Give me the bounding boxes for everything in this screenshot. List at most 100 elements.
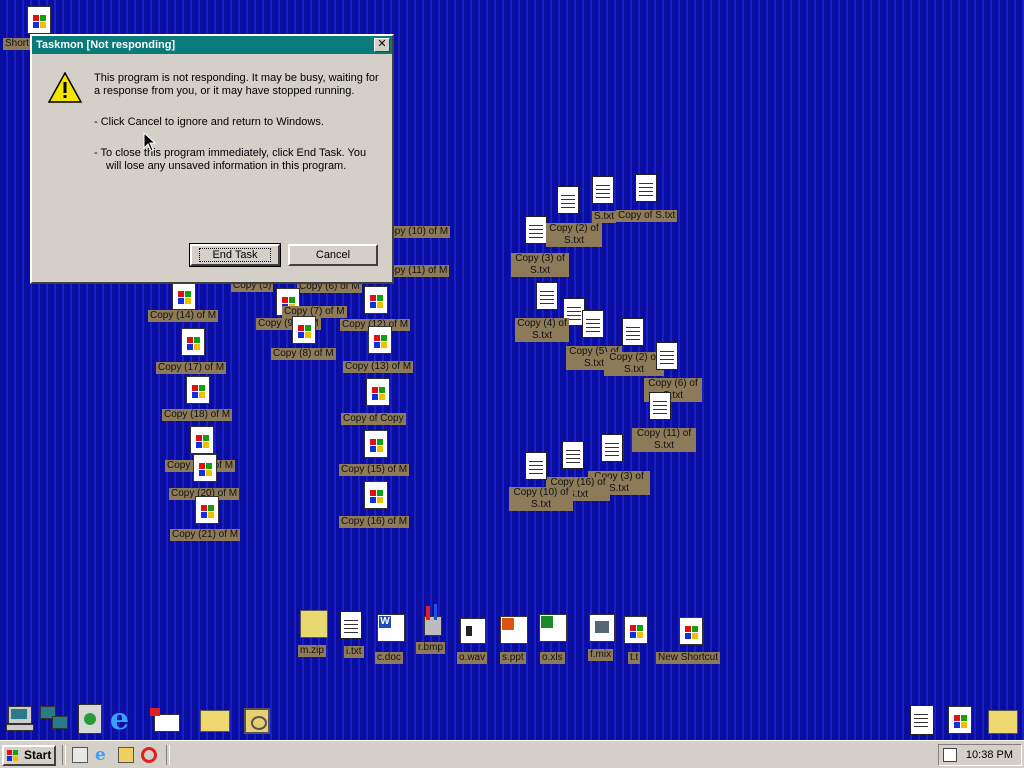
dialog-titlebar[interactable]: Taskmon [Not responding] ✕ — [32, 36, 392, 54]
txt-file-icon[interactable] — [910, 705, 934, 735]
start-label: Start — [24, 748, 52, 762]
taskbar-separator — [62, 745, 66, 765]
m-copy-icon[interactable] — [193, 454, 217, 482]
desktop-icon-label[interactable]: Copy (2) of S.txt — [604, 352, 664, 376]
file-label[interactable]: i.txt — [344, 646, 364, 658]
recycle-bin-icon[interactable] — [78, 704, 102, 734]
message-not-responding: This program is not responding. It may b… — [94, 72, 379, 97]
word-w-glyph: W — [379, 616, 391, 628]
m-copy-icon[interactable] — [292, 316, 316, 344]
word-icon[interactable]: W — [377, 614, 405, 642]
briefcase-icon[interactable] — [244, 708, 270, 734]
end-task-label: End Task — [199, 248, 271, 262]
desktop-icon-label[interactable]: Copy of S.txt — [616, 210, 678, 222]
desktop-icon-label[interactable]: Copy (16) of M — [339, 516, 410, 528]
txt-file-icon[interactable] — [622, 318, 644, 346]
txt-file-icon[interactable] — [656, 342, 678, 370]
taskbar-separator — [166, 745, 170, 765]
m-copy-icon[interactable] — [364, 286, 388, 314]
folder-icon[interactable] — [988, 710, 1018, 734]
network-neighborhood-icon[interactable] — [38, 704, 68, 732]
txt-file-icon[interactable] — [649, 392, 671, 420]
desktop-icon-label[interactable]: Copy (13) of M — [343, 361, 414, 373]
file-label[interactable]: m.zip — [298, 645, 326, 657]
message-cancel-hint: - Click Cancel to ignore and return to W… — [94, 116, 324, 128]
txt-file-icon[interactable] — [582, 310, 604, 338]
close-button[interactable]: ✕ — [374, 38, 390, 52]
file-label[interactable]: c.doc — [375, 652, 403, 664]
windows-logo-icon — [7, 750, 19, 762]
shortcut-label[interactable]: Short — [3, 38, 31, 50]
desktop-icon-label[interactable]: Copy (21) of M — [170, 529, 241, 541]
txt-file-icon[interactable] — [536, 282, 558, 310]
m-copy-icon[interactable] — [190, 426, 214, 454]
m-copy-icon[interactable] — [364, 481, 388, 509]
outlook-quicklaunch-icon[interactable] — [118, 747, 134, 763]
outlook-express-icon[interactable] — [150, 708, 180, 732]
desktop-icon-label[interactable]: Copy (8) of M — [271, 348, 336, 360]
desktop-icon-label[interactable]: Copy (4) of S.txt — [515, 318, 569, 342]
file-label[interactable]: s.ppt — [500, 652, 526, 664]
dialog-title: Taskmon [Not responding] — [36, 39, 176, 51]
desktop-icon-label[interactable]: Copy (11) of S.txt — [632, 428, 696, 452]
excel-icon[interactable] — [539, 614, 567, 642]
dialog-message: This program is not responding. It may b… — [94, 72, 384, 191]
end-task-button[interactable]: End Task — [189, 243, 281, 267]
desktop-icon-label[interactable]: S.txt — [592, 211, 617, 223]
txt-file-icon[interactable] — [562, 441, 584, 469]
cancel-button[interactable]: Cancel — [288, 244, 378, 266]
mix-icon[interactable] — [589, 614, 615, 642]
system-tray: 10:38 PM — [938, 744, 1022, 766]
desktop-icon-label[interactable]: Copy (10) of S.txt — [509, 487, 573, 511]
taskbar: Start e 10:38 PM — [0, 740, 1024, 768]
desktop-icon-label[interactable]: Copy (18) of M — [162, 409, 233, 421]
internet-explorer-quicklaunch-icon[interactable]: e — [95, 747, 111, 764]
desktop-icon-label[interactable]: Copy (17) of M — [156, 362, 227, 374]
file-label[interactable]: New Shortcut — [656, 652, 721, 664]
m-copy-icon[interactable] — [364, 430, 388, 458]
file-label[interactable]: r.bmp — [416, 642, 446, 654]
windows-doc-icon[interactable] — [679, 617, 703, 645]
txt-file-icon[interactable] — [525, 216, 547, 244]
m-copy-icon[interactable] — [186, 376, 210, 404]
start-button[interactable]: Start — [2, 745, 56, 766]
txt-file-icon[interactable] — [557, 186, 579, 214]
m-copy-icon[interactable] — [172, 282, 196, 310]
desktop-icon-label[interactable]: Copy (14) of M — [148, 310, 219, 322]
m-copy-icon[interactable] — [368, 326, 392, 354]
message-end-task-hint: - To close this program immediately, cli… — [94, 147, 367, 172]
my-documents-icon[interactable] — [200, 710, 230, 732]
desktop-icon-label[interactable]: Copy (15) of M — [339, 464, 410, 476]
txt-file-icon[interactable] — [525, 452, 547, 480]
warning-icon — [48, 72, 82, 103]
desktop-icon-label[interactable]: Copy (2) of S.txt — [546, 223, 602, 247]
desktop-icon-label[interactable]: Copy (3) of S.txt — [511, 253, 569, 277]
file-label[interactable]: o.xls — [540, 652, 565, 664]
txt-file-icon[interactable] — [592, 176, 614, 204]
clock[interactable]: 10:38 PM — [966, 749, 1013, 761]
txt-file-icon[interactable] — [601, 434, 623, 462]
windows-doc-icon[interactable] — [948, 706, 972, 734]
m-copy-icon[interactable] — [366, 378, 390, 406]
scheduler-tray-icon[interactable] — [943, 748, 957, 762]
txt-icon[interactable] — [340, 611, 362, 639]
file-label[interactable]: f.mix — [588, 649, 614, 661]
m-copy-icon[interactable] — [195, 496, 219, 524]
show-desktop-icon[interactable] — [72, 747, 88, 763]
my-computer-icon[interactable] — [6, 706, 34, 731]
sound-icon[interactable] — [460, 618, 486, 644]
file-label[interactable]: t.t — [628, 652, 641, 664]
desktop-icon-label[interactable]: Copy of Copy — [341, 413, 406, 425]
not-responding-dialog: Taskmon [Not responding] ✕ This program … — [30, 34, 394, 284]
opera-quicklaunch-icon[interactable] — [141, 747, 157, 763]
file-label[interactable]: o.wav — [457, 652, 488, 664]
m-copy-icon[interactable] — [181, 328, 205, 356]
windows-doc-icon[interactable] — [624, 616, 648, 644]
internet-explorer-icon[interactable]: e — [110, 705, 138, 735]
shortcut-file-icon[interactable] — [27, 6, 51, 34]
powerpoint-icon[interactable] — [500, 616, 528, 644]
zip-icon[interactable] — [300, 610, 328, 638]
paint-icon[interactable] — [418, 604, 446, 636]
txt-file-icon[interactable] — [635, 174, 657, 202]
mouse-cursor — [143, 132, 157, 152]
